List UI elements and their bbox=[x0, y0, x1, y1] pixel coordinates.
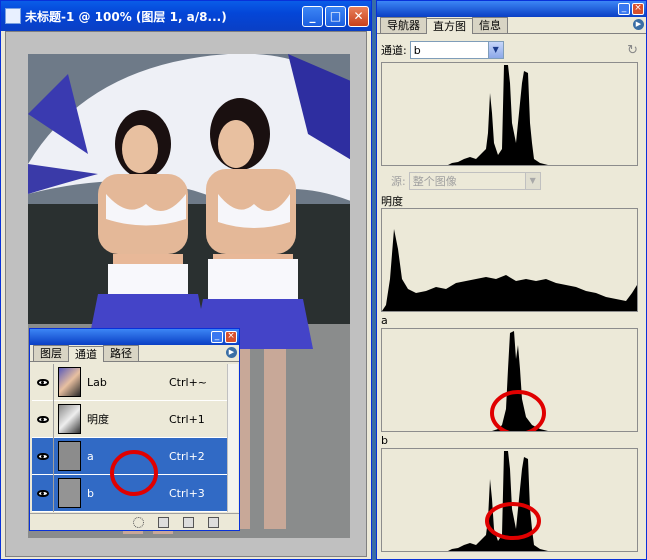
source-select[interactable]: 整个图像 ▼ bbox=[408, 172, 541, 190]
channel-list: Lab Ctrl+~ 明度 Ctrl+1 a Ctrl+2 b Ctrl+3 bbox=[32, 363, 227, 512]
minimize-button[interactable]: _ bbox=[302, 5, 323, 27]
channel-row-lab[interactable]: Lab Ctrl+~ bbox=[32, 363, 227, 401]
channel-label: 通道: bbox=[381, 44, 407, 57]
maximize-button[interactable]: □ bbox=[325, 5, 346, 27]
channel-shortcut: Ctrl+1 bbox=[169, 412, 205, 426]
tab-channels[interactable]: 通道 bbox=[68, 346, 104, 362]
palette-menu-arrow-icon[interactable]: ▶ bbox=[633, 19, 644, 30]
photoshop-document-icon bbox=[5, 8, 21, 24]
channel-name: b bbox=[87, 486, 94, 500]
histogram-b bbox=[381, 448, 638, 552]
document-title-bar[interactable]: 未标题-1 @ 100% (图层 1, a/8...) _ □ ✕ bbox=[1, 1, 371, 31]
visibility-eye-icon[interactable] bbox=[32, 363, 54, 401]
channel-shortcut: Ctrl+3 bbox=[169, 486, 205, 500]
section-label-a: a bbox=[381, 314, 388, 327]
visibility-eye-icon[interactable] bbox=[32, 474, 54, 512]
palette-menu-arrow-icon[interactable]: ▶ bbox=[226, 347, 237, 358]
channels-footer bbox=[30, 513, 239, 530]
histogram-palette-title-bar[interactable]: _ × bbox=[377, 1, 646, 17]
histogram-main bbox=[381, 62, 638, 166]
channels-palette: _ × 图层 通道 路径 ▶ Lab Ctrl+~ 明度 Ctrl+1 a Ct… bbox=[29, 328, 240, 531]
channel-shortcut: Ctrl+~ bbox=[169, 375, 208, 389]
visibility-eye-icon[interactable] bbox=[32, 437, 54, 475]
palette-minimize-button[interactable]: _ bbox=[618, 3, 630, 15]
tab-paths[interactable]: 路径 bbox=[103, 345, 139, 361]
refresh-icon[interactable]: ↻ bbox=[627, 43, 638, 58]
channel-row-b[interactable]: b Ctrl+3 bbox=[32, 474, 227, 512]
source-label: 源: bbox=[391, 175, 406, 188]
tab-navigator[interactable]: 导航器 bbox=[380, 17, 427, 33]
histogram-main-graph bbox=[448, 65, 548, 165]
histogram-tabs: 导航器 直方图 信息 ▶ bbox=[377, 17, 646, 34]
histogram-palette: _ × 导航器 直方图 信息 ▶ 通道: b ▼ ↻ 源: 整个图像 ▼ 明度 … bbox=[376, 0, 647, 560]
section-label-lightness: 明度 bbox=[381, 195, 403, 208]
channel-row-a[interactable]: a Ctrl+2 bbox=[32, 437, 227, 475]
document-title: 未标题-1 @ 100% (图层 1, a/8...) bbox=[25, 9, 227, 24]
save-selection-icon[interactable] bbox=[158, 516, 169, 528]
channel-row-lightness[interactable]: 明度 Ctrl+1 bbox=[32, 400, 227, 438]
source-select-value: 整个图像 bbox=[412, 175, 457, 188]
histogram-a-graph bbox=[490, 331, 548, 431]
tab-info[interactable]: 信息 bbox=[472, 17, 508, 33]
palette-minimize-button[interactable]: _ bbox=[211, 331, 223, 343]
channel-thumbnail bbox=[58, 404, 81, 434]
tab-layers[interactable]: 图层 bbox=[33, 345, 69, 361]
channel-select[interactable]: b ▼ bbox=[409, 41, 504, 59]
channel-name: Lab bbox=[87, 375, 107, 389]
new-channel-icon[interactable] bbox=[183, 516, 194, 528]
palette-close-button[interactable]: × bbox=[632, 3, 644, 15]
channel-shortcut: Ctrl+2 bbox=[169, 449, 205, 463]
section-label-b: b bbox=[381, 434, 388, 447]
histogram-b-graph bbox=[448, 451, 548, 551]
channel-thumbnail bbox=[58, 441, 81, 471]
palette-close-button[interactable]: × bbox=[225, 331, 237, 343]
channels-scrollbar[interactable] bbox=[227, 364, 238, 512]
channels-tabs: 图层 通道 路径 ▶ bbox=[30, 345, 239, 362]
tab-histogram[interactable]: 直方图 bbox=[426, 18, 473, 34]
load-selection-icon[interactable] bbox=[133, 516, 144, 528]
channel-name: a bbox=[87, 449, 94, 463]
channel-name: 明度 bbox=[87, 413, 109, 426]
channel-thumbnail bbox=[58, 478, 81, 508]
chevron-down-icon: ▼ bbox=[524, 173, 540, 189]
channels-palette-title-bar[interactable]: _ × bbox=[30, 329, 239, 345]
visibility-eye-icon[interactable] bbox=[32, 400, 54, 438]
channel-control: 通道: b ▼ bbox=[381, 41, 504, 59]
trash-icon[interactable] bbox=[208, 516, 219, 528]
histogram-lightness bbox=[381, 208, 638, 312]
source-control: 源: 整个图像 ▼ bbox=[391, 172, 541, 190]
histogram-a bbox=[381, 328, 638, 432]
channel-thumbnail bbox=[58, 367, 81, 397]
close-button[interactable]: ✕ bbox=[348, 5, 369, 27]
chevron-down-icon: ▼ bbox=[487, 42, 503, 58]
channel-select-value: b bbox=[413, 43, 421, 57]
histogram-lightness-graph bbox=[382, 229, 637, 311]
